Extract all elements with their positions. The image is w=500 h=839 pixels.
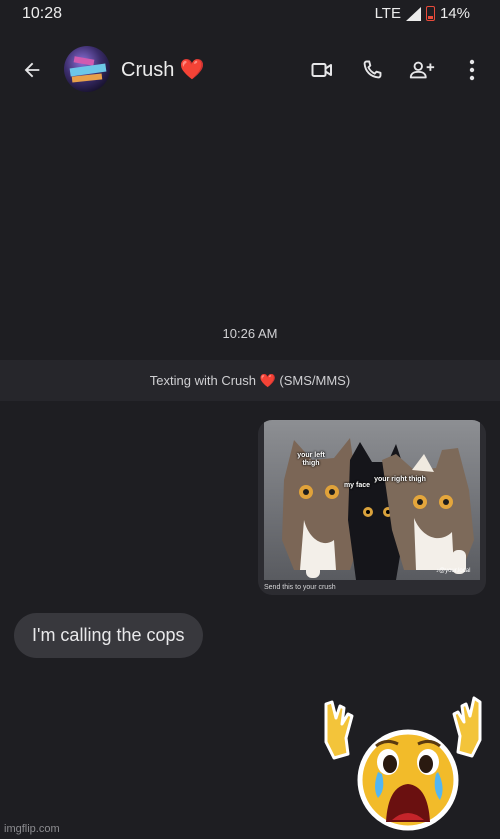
contact-avatar[interactable]: [64, 46, 110, 92]
back-arrow-icon: [24, 62, 40, 78]
status-bar: 10:28 LTE 14%: [0, 0, 500, 30]
crying-emoji-icon: [324, 696, 482, 831]
signal-icon: [405, 6, 421, 21]
back-button[interactable]: [18, 56, 46, 84]
battery-icon: [425, 6, 435, 21]
status-time: 10:28: [22, 5, 63, 22]
header-actions: [308, 56, 486, 84]
tiktok-handle: ♪@your.local: [436, 568, 471, 574]
mms-image[interactable]: your left thigh my face your right thigh…: [264, 420, 480, 580]
add-person-icon: [409, 61, 435, 79]
video-call-icon: [311, 63, 332, 77]
incoming-message-text: I'm calling the cops: [32, 625, 185, 645]
status-indicators: LTE 14%: [375, 5, 470, 22]
video-call-button[interactable]: [308, 56, 336, 84]
battery-level: 14%: [439, 5, 470, 22]
network-type: LTE: [374, 5, 401, 22]
sms-info-banner: Texting with Crush ❤️ (SMS/MMS): [0, 360, 500, 401]
message-timestamp: 10:26 AM: [222, 326, 278, 341]
meme-label-left: your left thigh: [297, 452, 325, 467]
add-people-button[interactable]: [408, 56, 436, 84]
voice-call-button[interactable]: [358, 56, 386, 84]
more-vert-icon: [469, 59, 475, 81]
outgoing-mms-message[interactable]: your left thigh my face your right thigh…: [258, 420, 486, 595]
imgflip-watermark: imgflip.com: [4, 823, 60, 835]
incoming-message-bubble[interactable]: I'm calling the cops: [14, 613, 203, 658]
conversation-header: Crush ❤️: [0, 40, 500, 100]
contact-name[interactable]: Crush ❤️: [121, 57, 205, 82]
cats-meme-image: [282, 438, 474, 580]
more-options-button[interactable]: [458, 56, 486, 84]
mms-caption: Send this to your crush: [264, 584, 336, 591]
meme-label-right: your right thigh: [374, 476, 426, 483]
phone-icon: [363, 60, 382, 79]
meme-label-middle: my face: [343, 482, 371, 489]
